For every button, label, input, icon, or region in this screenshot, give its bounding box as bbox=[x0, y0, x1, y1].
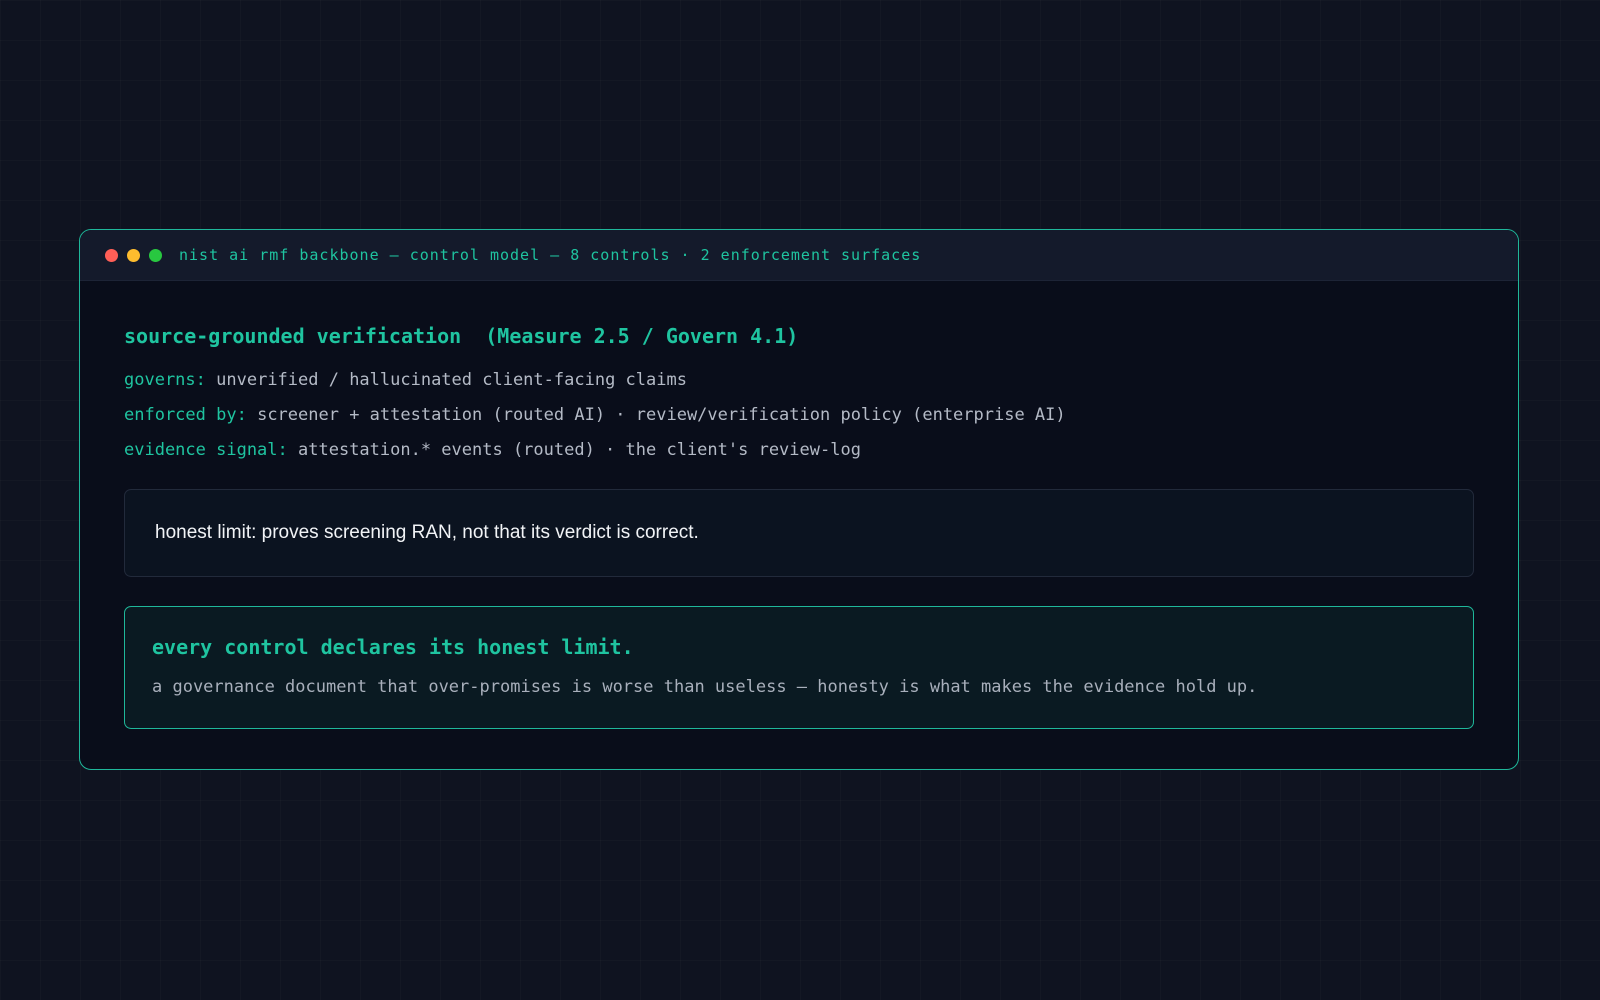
row-key: evidence signal: bbox=[124, 440, 288, 460]
window-title: nist ai rmf backbone — control model — 8… bbox=[179, 246, 922, 264]
principle-callout: every control declares its honest limit.… bbox=[124, 606, 1474, 729]
row-value: attestation.* events (routed) · the clie… bbox=[298, 440, 861, 460]
control-row-evidence-signal: evidence signal: attestation.* events (r… bbox=[124, 437, 1474, 463]
row-key: governs: bbox=[124, 370, 206, 390]
control-content: source-grounded verification (Measure 2.… bbox=[80, 281, 1518, 729]
window-titlebar: nist ai rmf backbone — control model — 8… bbox=[80, 230, 1518, 281]
row-key: enforced by: bbox=[124, 405, 247, 425]
row-value: screener + attestation (routed AI) · rev… bbox=[257, 405, 1066, 425]
honest-limit-box: honest limit: proves screening RAN, not … bbox=[124, 489, 1474, 577]
row-value: unverified / hallucinated client-facing … bbox=[216, 370, 687, 390]
principle-body: a governance document that over-promises… bbox=[152, 677, 1258, 697]
honest-limit-text: honest limit: proves screening RAN, not … bbox=[155, 522, 699, 543]
control-heading: source-grounded verification (Measure 2.… bbox=[124, 324, 799, 348]
control-model-window: nist ai rmf backbone — control model — 8… bbox=[79, 229, 1519, 770]
principle-title: every control declares its honest limit. bbox=[152, 635, 634, 659]
close-dot-icon[interactable] bbox=[105, 248, 118, 262]
control-row-enforced-by: enforced by: screener + attestation (rou… bbox=[124, 402, 1474, 428]
maximize-dot-icon[interactable] bbox=[149, 248, 162, 262]
control-row-governs: governs: unverified / hallucinated clien… bbox=[124, 367, 1474, 393]
minimize-dot-icon[interactable] bbox=[127, 248, 140, 262]
